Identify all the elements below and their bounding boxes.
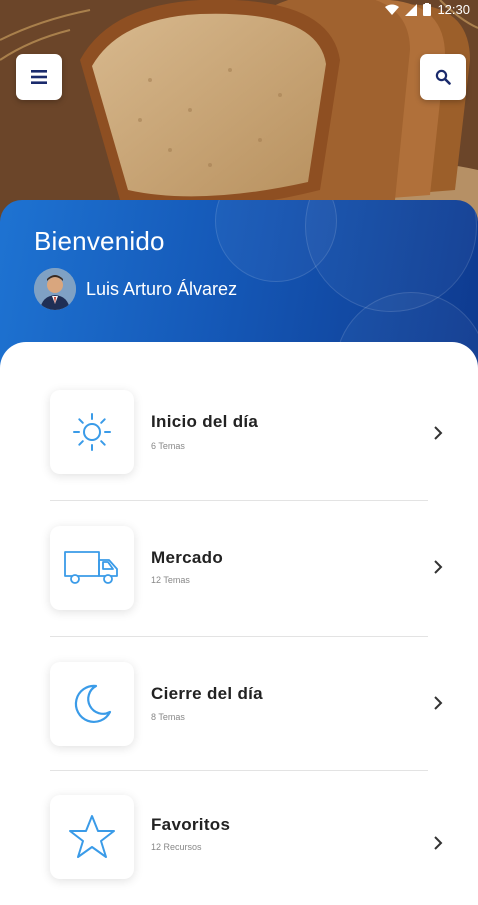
menu-panel: Inicio del día 6 Temas Mercado 12 Temas (0, 342, 478, 900)
menu-item-favoritos[interactable]: Favoritos 12 Recursos (0, 795, 478, 905)
icon-card (50, 390, 134, 474)
item-subtitle: 12 Recursos (151, 842, 202, 852)
user-info: Luis Arturo Álvarez (34, 268, 237, 310)
chevron-right-icon (428, 693, 448, 713)
chevron-right-icon (428, 557, 448, 577)
divider (50, 500, 428, 501)
item-title: Cierre del día (151, 684, 263, 703)
status-bar: 12:30 (0, 0, 478, 20)
item-title: Mercado (151, 548, 224, 567)
icon-card (50, 662, 134, 746)
welcome-title: Bienvenido (34, 226, 165, 256)
sun-icon (73, 413, 111, 451)
item-title: Favoritos (151, 815, 231, 834)
icon-card (50, 526, 134, 610)
item-subtitle: 12 Temas (151, 575, 190, 585)
hero-bread-image (0, 0, 478, 230)
star-icon (69, 815, 115, 858)
search-button[interactable] (420, 54, 466, 100)
icon-card (50, 795, 134, 879)
status-time: 12:30 (437, 2, 470, 17)
battery-icon (423, 3, 432, 16)
menu-item-cierre-del-dia[interactable]: Cierre del día 8 Temas (0, 662, 478, 772)
moon-icon (74, 684, 112, 723)
divider (50, 770, 428, 771)
wifi-icon (385, 4, 400, 15)
divider (50, 636, 428, 637)
avatar[interactable] (34, 268, 76, 310)
menu-item-mercado[interactable]: Mercado 12 Temas (0, 526, 478, 636)
item-subtitle: 6 Temas (151, 441, 185, 451)
hamburger-menu-icon (31, 70, 47, 84)
truck-icon (64, 551, 118, 584)
chevron-right-icon (428, 833, 448, 853)
signal-icon (405, 3, 418, 16)
chevron-right-icon (428, 423, 448, 443)
menu-item-inicio-del-dia[interactable]: Inicio del día 6 Temas (0, 390, 478, 500)
menu-button[interactable] (16, 54, 62, 100)
item-subtitle: 8 Temas (151, 712, 185, 722)
search-icon (435, 69, 451, 85)
item-title: Inicio del día (151, 412, 259, 431)
user-name: Luis Arturo Álvarez (86, 278, 238, 299)
